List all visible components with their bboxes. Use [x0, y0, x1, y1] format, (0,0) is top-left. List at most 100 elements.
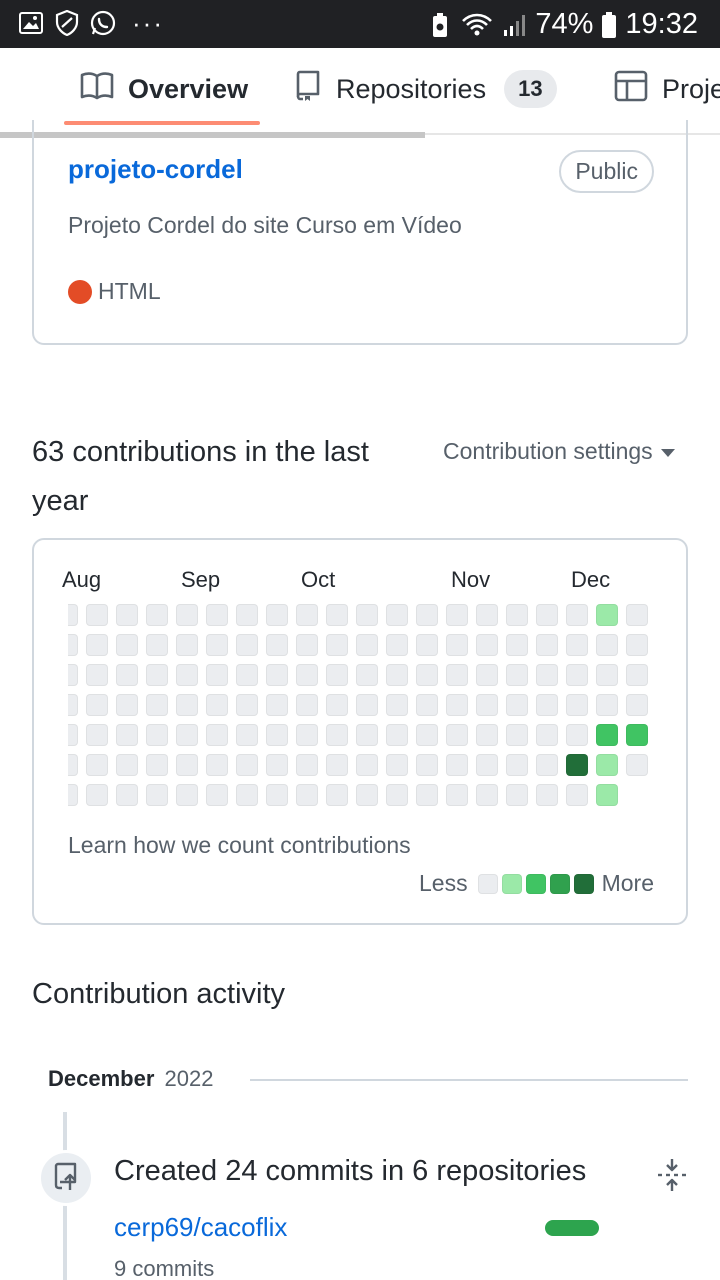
- contribution-day[interactable]: [566, 694, 588, 716]
- contribution-day[interactable]: [266, 724, 288, 746]
- contribution-day[interactable]: [176, 634, 198, 656]
- contribution-day[interactable]: [146, 754, 168, 776]
- contribution-day[interactable]: [386, 724, 408, 746]
- contribution-day[interactable]: [416, 754, 438, 776]
- contribution-day[interactable]: [506, 634, 528, 656]
- contribution-day[interactable]: [386, 754, 408, 776]
- contribution-day[interactable]: [626, 694, 648, 716]
- contribution-day[interactable]: [446, 604, 468, 626]
- contribution-day[interactable]: [68, 784, 78, 806]
- contribution-day[interactable]: [116, 634, 138, 656]
- contribution-day[interactable]: [266, 754, 288, 776]
- contribution-day[interactable]: [596, 754, 618, 776]
- contribution-day[interactable]: [206, 694, 228, 716]
- contribution-day[interactable]: [146, 784, 168, 806]
- contribution-day[interactable]: [416, 724, 438, 746]
- contribution-day[interactable]: [296, 664, 318, 686]
- contribution-day[interactable]: [296, 694, 318, 716]
- contribution-day[interactable]: [506, 604, 528, 626]
- contribution-day[interactable]: [86, 664, 108, 686]
- contribution-day[interactable]: [296, 634, 318, 656]
- contribution-day[interactable]: [206, 634, 228, 656]
- contribution-day[interactable]: [116, 784, 138, 806]
- contribution-day[interactable]: [266, 664, 288, 686]
- contribution-day[interactable]: [326, 754, 348, 776]
- contribution-day[interactable]: [116, 664, 138, 686]
- contribution-day[interactable]: [626, 634, 648, 656]
- contribution-day[interactable]: [206, 724, 228, 746]
- contribution-day[interactable]: [506, 754, 528, 776]
- contribution-day[interactable]: [356, 694, 378, 716]
- contribution-day[interactable]: [176, 664, 198, 686]
- contribution-day[interactable]: [326, 604, 348, 626]
- contribution-day[interactable]: [146, 724, 168, 746]
- contribution-day[interactable]: [356, 754, 378, 776]
- contribution-day[interactable]: [176, 604, 198, 626]
- contribution-settings-dropdown[interactable]: Contribution settings: [443, 438, 675, 465]
- contribution-day[interactable]: [116, 694, 138, 716]
- contribution-day[interactable]: [506, 664, 528, 686]
- tab-repositories[interactable]: Repositories 13: [294, 60, 557, 118]
- contribution-day[interactable]: [416, 604, 438, 626]
- contribution-day[interactable]: [326, 724, 348, 746]
- contribution-day[interactable]: [566, 664, 588, 686]
- contribution-day[interactable]: [356, 634, 378, 656]
- contribution-day[interactable]: [206, 784, 228, 806]
- contribution-day[interactable]: [266, 604, 288, 626]
- contribution-day[interactable]: [68, 694, 78, 716]
- contribution-day[interactable]: [446, 724, 468, 746]
- contribution-day[interactable]: [386, 694, 408, 716]
- contribution-day[interactable]: [236, 634, 258, 656]
- contribution-day[interactable]: [566, 604, 588, 626]
- contribution-day[interactable]: [476, 724, 498, 746]
- contribution-day[interactable]: [86, 694, 108, 716]
- contribution-day[interactable]: [356, 784, 378, 806]
- contribution-day[interactable]: [68, 724, 78, 746]
- contribution-day[interactable]: [596, 724, 618, 746]
- contribution-day[interactable]: [596, 634, 618, 656]
- contribution-day[interactable]: [266, 694, 288, 716]
- contribution-day[interactable]: [326, 694, 348, 716]
- contribution-day[interactable]: [68, 604, 78, 626]
- contribution-day[interactable]: [536, 634, 558, 656]
- contribution-day[interactable]: [236, 784, 258, 806]
- contribution-day[interactable]: [296, 724, 318, 746]
- contribution-day[interactable]: [206, 664, 228, 686]
- contribution-day[interactable]: [476, 664, 498, 686]
- contribution-day[interactable]: [176, 784, 198, 806]
- contribution-day[interactable]: [68, 754, 78, 776]
- contribution-day[interactable]: [506, 694, 528, 716]
- contribution-day[interactable]: [416, 784, 438, 806]
- contribution-day[interactable]: [206, 604, 228, 626]
- contribution-day[interactable]: [296, 604, 318, 626]
- contribution-day[interactable]: [506, 784, 528, 806]
- contribution-day[interactable]: [536, 694, 558, 716]
- contribution-day[interactable]: [566, 784, 588, 806]
- tab-overview[interactable]: Overview: [80, 60, 248, 118]
- contribution-day[interactable]: [446, 784, 468, 806]
- contribution-day[interactable]: [236, 754, 258, 776]
- contribution-day[interactable]: [326, 664, 348, 686]
- contribution-day[interactable]: [176, 724, 198, 746]
- contribution-day[interactable]: [596, 784, 618, 806]
- learn-contributions-link[interactable]: Learn how we count contributions: [68, 832, 411, 859]
- contribution-day[interactable]: [68, 664, 78, 686]
- contribution-day[interactable]: [296, 754, 318, 776]
- contribution-day[interactable]: [146, 664, 168, 686]
- contribution-day[interactable]: [596, 604, 618, 626]
- contribution-day[interactable]: [236, 724, 258, 746]
- contribution-day[interactable]: [116, 724, 138, 746]
- contribution-day[interactable]: [326, 634, 348, 656]
- contribution-day[interactable]: [536, 724, 558, 746]
- contribution-day[interactable]: [266, 634, 288, 656]
- contribution-day[interactable]: [476, 604, 498, 626]
- tab-projects[interactable]: Proje: [614, 60, 720, 118]
- contribution-day[interactable]: [476, 754, 498, 776]
- contribution-day[interactable]: [626, 664, 648, 686]
- contribution-day[interactable]: [296, 784, 318, 806]
- contribution-day[interactable]: [386, 664, 408, 686]
- contribution-day[interactable]: [626, 604, 648, 626]
- contribution-day[interactable]: [266, 784, 288, 806]
- contribution-day[interactable]: [116, 604, 138, 626]
- contribution-day[interactable]: [566, 634, 588, 656]
